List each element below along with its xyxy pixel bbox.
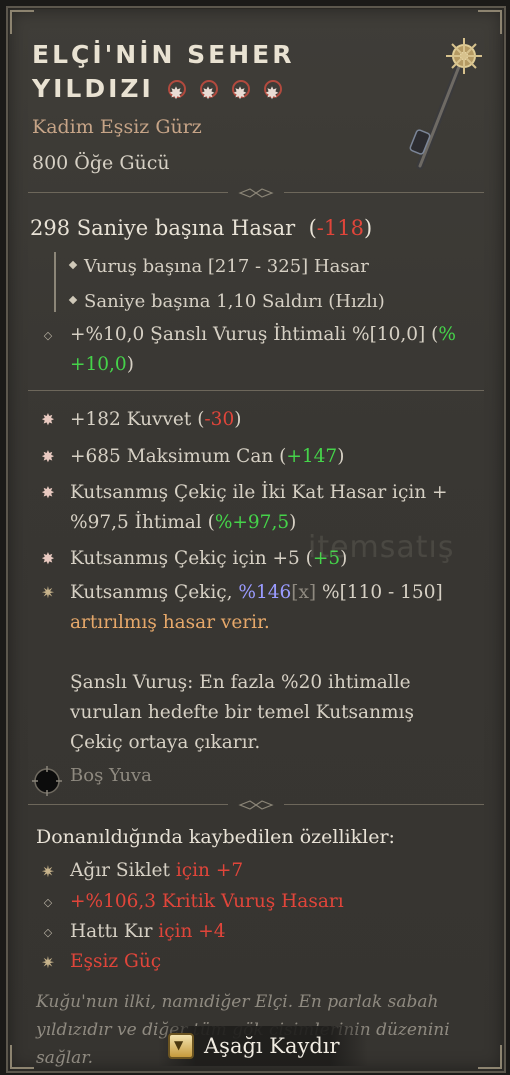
unique-affix: Kutsanmış Çekiç, %146[x] %[110 - 150] art… [70,582,443,633]
item-name-line1: ELÇİ'NİN SEHER [32,40,295,69]
dps-delta: -118 [316,216,364,240]
lost-affixes-title: Donanıldığında kaybedilen özellikler: [36,826,395,848]
mace-icon [409,38,482,170]
item-name: ELÇİ'NİN SEHER YILDIZI [32,38,372,111]
section-divider [28,384,484,398]
lost-affix: +%106,3 Kritik Vuruş Hasarı [70,891,344,912]
scroll-down-label: Aşağı Kaydır [204,1034,340,1058]
affix-strength: +182 Kuvvet (-30) [70,409,242,430]
frame-corner [10,10,34,34]
damage-per-hit: Vuruş başına [217 - 325] Hasar [68,256,369,277]
item-power: 800 Öğe Gücü [32,152,170,174]
star-icon [263,77,282,111]
item-tooltip: ELÇİ'NİN SEHER YILDIZI Kadim Eşsiz Gürz … [6,6,506,1073]
unique-affix-icon [40,864,56,880]
lost-affix: Hattı Kır için +4 [70,921,226,942]
lost-affix: Ağır Siklet için +7 [70,860,244,881]
empty-socket-icon [32,766,62,796]
socket-label: Boş Yuva [70,765,152,786]
frame-corner [10,1045,34,1069]
down-arrow-key-icon [168,1033,194,1059]
star-icon [199,77,218,111]
diamond-icon [40,328,56,344]
section-divider [28,186,484,200]
affix-double-damage: Kutsanmış Çekiç ile İki Kat Hasar için +… [70,482,448,533]
unique-affix-icon [40,955,56,971]
star-icon [167,77,186,111]
implicit-stat: +%10,0 Şanslı Vuruş İhtimali %[10,0] (% +… [70,324,456,375]
bracket-line [54,252,66,312]
item-name-line2: YILDIZI [32,74,154,103]
damage-per-second: 298 Saniye başına Hasar (-118) [30,216,373,240]
lost-affix: Eşsiz Güç [70,951,162,972]
unique-affix-icon [40,585,56,601]
affix-star-icon [40,551,56,567]
section-divider [28,798,484,812]
scroll-down-button[interactable]: Aşağı Kaydır [158,1026,368,1066]
item-type: Kadim Eşsiz Gürz [32,116,202,138]
diamond-icon [40,925,56,941]
affix-star-icon [40,485,56,501]
diamond-icon [68,260,78,270]
diamond-icon [68,295,78,305]
watermark-logo: itemsatış [308,530,455,565]
affix-max-life: +685 Maksimum Can (+147) [70,446,345,467]
unique-power: Şanslı Vuruş: En fazla %20 ihtimalle vur… [70,672,414,753]
affix-star-icon [40,449,56,465]
frame-corner [478,1045,502,1069]
star-icon [231,77,250,111]
diamond-icon [40,895,56,911]
affix-star-icon [40,412,56,428]
attack-speed: Saniye başına 1,10 Saldırı (Hızlı) [68,291,385,312]
